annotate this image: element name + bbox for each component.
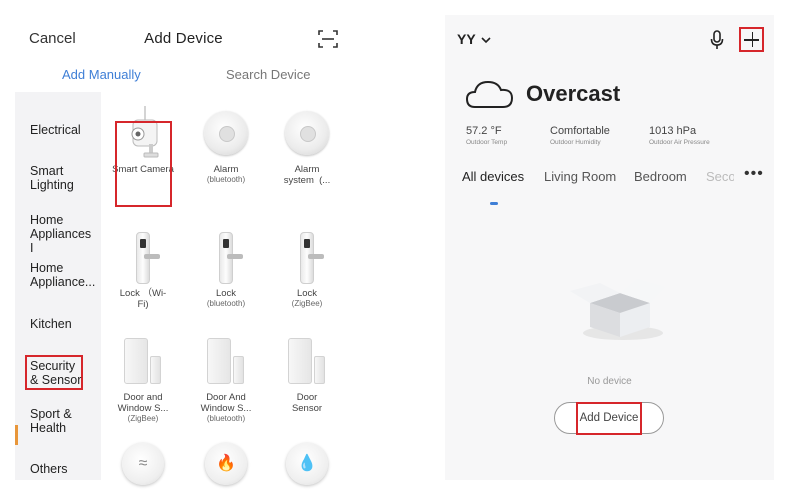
- outdoor-humidity: Comfortable Outdoor Humidity: [550, 125, 610, 146]
- tab-add-manually[interactable]: Add Manually: [62, 67, 141, 82]
- category-security-sensor[interactable]: Security & Sensor: [30, 359, 82, 387]
- smoke-sensor-icon: 🔥: [199, 441, 253, 495]
- device-protocol: (ZigBee): [291, 299, 323, 308]
- device-name: Door Sensor: [291, 392, 323, 414]
- add-device-screen: Cancel Add Device Add Manually Search De…: [15, 15, 352, 485]
- home-screen: YY Overcast 57.2 °F Outdoor Temp Comfort…: [445, 15, 774, 480]
- category-list: Electrical Smart Lighting Home Appliance…: [15, 92, 101, 480]
- humidity-label: Outdoor Humidity: [550, 139, 601, 146]
- device-door-window-zigbee[interactable]: Door and Window S... (ZigBee): [103, 334, 183, 424]
- temp-label: Outdoor Temp: [466, 139, 508, 146]
- category-home-appliances-2[interactable]: Home Appliance...: [30, 261, 96, 289]
- microphone-icon[interactable]: [709, 30, 725, 50]
- outdoor-pressure: 1013 hPa Outdoor Air Pressure: [649, 125, 710, 146]
- device-door-window-bluetooth[interactable]: Door And Window S... (bluetooth): [186, 334, 266, 424]
- home-header: YY: [445, 15, 774, 63]
- temp-value: 57.2 °F: [466, 125, 502, 137]
- tab-search-device[interactable]: Search Device: [226, 67, 311, 82]
- category-kitchen[interactable]: Kitchen: [30, 317, 105, 331]
- device-smoke-sensor[interactable]: 🔥: [186, 441, 266, 495]
- active-category-indicator: [15, 425, 18, 445]
- gas-sensor-icon: ≈: [116, 441, 170, 495]
- category-smart-lighting[interactable]: Smart Lighting: [30, 164, 90, 192]
- device-protocol: (bluetooth): [206, 299, 246, 308]
- home-name: YY: [457, 31, 476, 47]
- category-sport-health[interactable]: Sport & Health: [30, 407, 82, 435]
- door-sensor-icon: [116, 334, 170, 388]
- add-icon[interactable]: [739, 27, 764, 52]
- home-selector[interactable]: YY: [457, 31, 491, 47]
- chevron-down-icon: [481, 37, 491, 44]
- door-sensor-icon: [199, 334, 253, 388]
- alarm-icon: [199, 106, 253, 160]
- empty-box-icon: [570, 279, 665, 340]
- empty-state-text: No device: [587, 376, 632, 387]
- pressure-value: 1013 hPa: [649, 125, 697, 137]
- device-lock-wifi[interactable]: Lock （Wi-Fi): [103, 230, 183, 310]
- cloud-icon: [465, 80, 514, 108]
- device-name: Lock: [215, 288, 237, 299]
- lock-icon: [116, 230, 170, 284]
- device-gas-sensor[interactable]: ≈: [103, 441, 183, 495]
- device-protocol: (ZigBee): [127, 414, 159, 423]
- water-sensor-icon: 💧: [280, 441, 334, 495]
- alarm-icon: [280, 106, 334, 160]
- room-tabs: All devices Living Room Bedroom Seco: [445, 167, 774, 197]
- tab-second-bedroom[interactable]: Seco: [706, 169, 734, 184]
- add-device-header: Cancel Add Device: [15, 15, 352, 63]
- tab-all-devices[interactable]: All devices: [462, 169, 524, 184]
- tab-living-room[interactable]: Living Room: [544, 169, 616, 184]
- category-home-appliances-1[interactable]: Home Appliances I: [30, 213, 98, 255]
- device-name: Lock （Wi-Fi): [119, 288, 167, 310]
- device-name: Door and Window S...: [117, 392, 169, 414]
- add-device-label: Add Device: [576, 402, 642, 435]
- add-method-tabs: Add Manually Search Device: [15, 65, 352, 89]
- category-electrical[interactable]: Electrical: [30, 123, 105, 137]
- door-sensor-icon: [280, 334, 334, 388]
- lock-icon: [199, 230, 253, 284]
- add-device-button[interactable]: Add Device: [554, 402, 664, 435]
- device-grid: Smart Camera Alarm (bluetooth) Alarm sys…: [101, 92, 352, 485]
- device-lock-bluetooth[interactable]: Lock (bluetooth): [186, 230, 266, 309]
- page-title: Add Device: [144, 30, 223, 47]
- device-name: Lock: [296, 288, 318, 299]
- weather-condition: Overcast: [526, 81, 621, 106]
- scan-icon[interactable]: [318, 30, 338, 48]
- device-protocol: (bluetooth): [206, 414, 246, 423]
- device-name: Alarm system (...: [283, 164, 331, 186]
- pressure-label: Outdoor Air Pressure: [649, 139, 710, 146]
- tab-bedroom[interactable]: Bedroom: [634, 169, 687, 184]
- device-alarm-system[interactable]: Alarm system (...: [267, 106, 347, 186]
- humidity-value: Comfortable: [550, 125, 610, 137]
- device-alarm-bluetooth[interactable]: Alarm (bluetooth): [186, 106, 266, 185]
- device-door-sensor[interactable]: Door Sensor: [267, 334, 347, 414]
- device-name: Door And Window S...: [200, 392, 252, 414]
- device-lock-zigbee[interactable]: Lock (ZigBee): [267, 230, 347, 309]
- lock-icon: [280, 230, 334, 284]
- category-others[interactable]: Others: [30, 462, 105, 476]
- outdoor-temp: 57.2 °F Outdoor Temp: [466, 125, 507, 146]
- device-name: Alarm: [213, 164, 239, 175]
- more-icon[interactable]: •••: [744, 165, 764, 183]
- device-protocol: (bluetooth): [206, 175, 246, 184]
- active-tab-indicator: [490, 202, 498, 205]
- device-water-sensor[interactable]: 💧: [267, 441, 347, 495]
- highlight-box-smart-camera: [115, 121, 172, 207]
